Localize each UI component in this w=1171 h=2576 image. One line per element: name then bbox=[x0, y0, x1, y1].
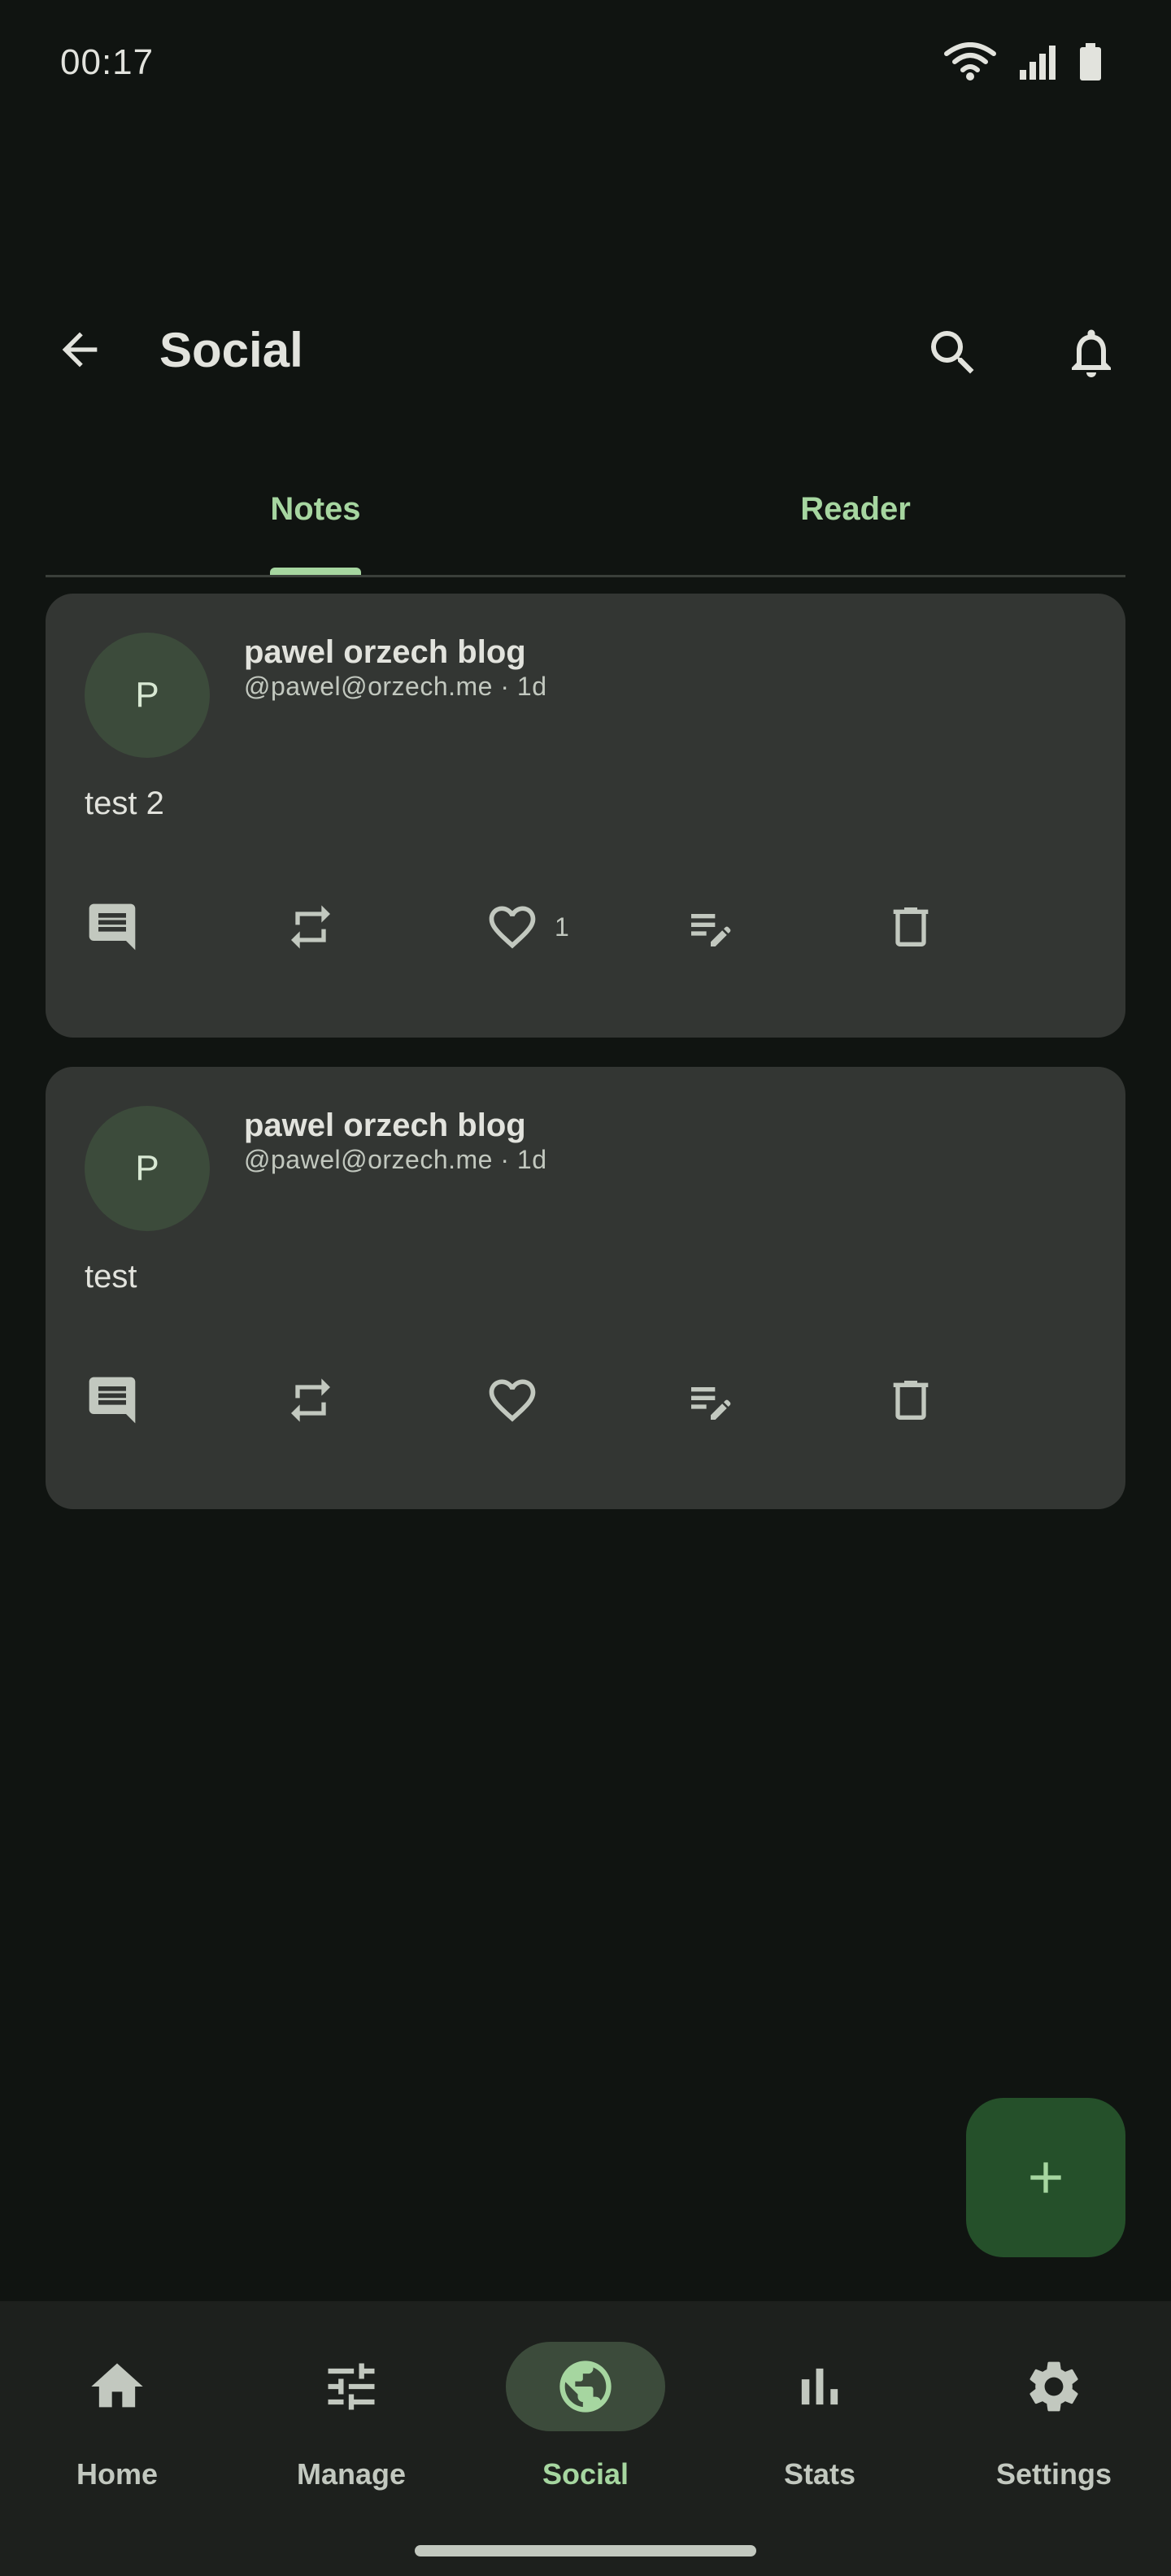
delete-button[interactable] bbox=[885, 894, 937, 959]
tab-reader-label: Reader bbox=[800, 491, 911, 527]
delete-button[interactable] bbox=[885, 1368, 937, 1433]
tab-bar: Notes Reader bbox=[46, 463, 1125, 577]
like-count: 1 bbox=[555, 912, 569, 942]
home-icon bbox=[91, 2363, 143, 2408]
trash-icon bbox=[893, 907, 929, 946]
nav-social-pill bbox=[506, 2342, 665, 2431]
nav-stats[interactable]: Stats bbox=[703, 2342, 937, 2504]
app-screen: 00:17 Social Notes Reader P pawel orzech… bbox=[0, 0, 1171, 2576]
edit-button[interactable] bbox=[685, 1368, 737, 1433]
nav-social-label: Social bbox=[542, 2457, 629, 2491]
nav-social[interactable]: Social bbox=[468, 2342, 703, 2504]
edit-note-icon bbox=[691, 1387, 731, 1420]
repost-button[interactable] bbox=[285, 1368, 337, 1433]
battery-icon bbox=[1078, 43, 1103, 82]
note-actions bbox=[85, 1368, 1093, 1433]
like-button[interactable]: 1 bbox=[485, 894, 569, 959]
gear-icon bbox=[1030, 2361, 1078, 2412]
edit-note-icon bbox=[691, 914, 731, 946]
repeat-icon bbox=[291, 1378, 330, 1422]
tab-reader[interactable]: Reader bbox=[586, 463, 1125, 577]
notifications-button[interactable] bbox=[1057, 319, 1125, 387]
home-indicator[interactable] bbox=[415, 2545, 756, 2556]
repeat-icon bbox=[291, 905, 330, 949]
tune-icon bbox=[328, 2363, 375, 2410]
new-note-fab[interactable] bbox=[966, 2098, 1125, 2257]
nav-stats-pill bbox=[740, 2342, 899, 2431]
like-button[interactable] bbox=[485, 1368, 555, 1433]
avatar[interactable]: P bbox=[85, 633, 210, 758]
tab-notes[interactable]: Notes bbox=[46, 463, 586, 577]
note-author: pawel orzech blog bbox=[244, 1107, 526, 1143]
tab-notes-label: Notes bbox=[270, 491, 361, 527]
search-button[interactable] bbox=[919, 319, 987, 387]
note-card[interactable]: P pawel orzech blog @pawel@orzech.me · 1… bbox=[46, 1067, 1125, 1509]
status-time: 00:17 bbox=[60, 42, 155, 82]
nav-home-label: Home bbox=[76, 2457, 159, 2491]
back-button[interactable] bbox=[47, 317, 112, 382]
bell-icon bbox=[1072, 329, 1111, 377]
nav-settings-pill bbox=[974, 2342, 1134, 2431]
status-icons bbox=[943, 42, 1103, 83]
arrow-back-icon bbox=[62, 332, 98, 368]
nav-manage-label: Manage bbox=[296, 2457, 407, 2491]
note-author: pawel orzech blog bbox=[244, 634, 526, 670]
note-meta: @pawel@orzech.me · 1d bbox=[244, 672, 547, 701]
bottom-navigation: Home Manage Social Stats Settings bbox=[0, 2301, 1171, 2576]
globe-icon bbox=[559, 2361, 612, 2413]
nav-manage[interactable]: Manage bbox=[234, 2342, 468, 2504]
repost-button[interactable] bbox=[285, 894, 337, 959]
signal-icon bbox=[1018, 44, 1057, 81]
note-text: test bbox=[85, 1259, 137, 1295]
heart-icon bbox=[489, 906, 536, 949]
reply-button[interactable] bbox=[85, 894, 140, 959]
nav-stats-label: Stats bbox=[783, 2457, 856, 2491]
note-card[interactable]: P pawel orzech blog @pawel@orzech.me · 1… bbox=[46, 594, 1125, 1038]
nav-home[interactable]: Home bbox=[0, 2342, 234, 2504]
nav-settings[interactable]: Settings bbox=[937, 2342, 1171, 2504]
avatar[interactable]: P bbox=[85, 1106, 210, 1231]
reply-button[interactable] bbox=[85, 1368, 140, 1433]
wifi-icon bbox=[943, 42, 997, 83]
heart-icon bbox=[489, 1379, 536, 1422]
bar-chart-icon bbox=[801, 2368, 838, 2405]
note-actions: 1 bbox=[85, 894, 1093, 959]
note-text: test 2 bbox=[85, 785, 164, 821]
nav-settings-label: Settings bbox=[995, 2457, 1112, 2491]
note-meta: @pawel@orzech.me · 1d bbox=[244, 1145, 547, 1174]
comment-icon bbox=[89, 1377, 136, 1424]
search-icon bbox=[931, 331, 974, 374]
nav-manage-pill bbox=[272, 2342, 431, 2431]
plus-icon bbox=[1030, 2162, 1061, 2193]
tab-divider bbox=[46, 575, 1125, 577]
trash-icon bbox=[893, 1381, 929, 1420]
edit-button[interactable] bbox=[685, 894, 737, 959]
comment-icon bbox=[89, 903, 136, 951]
nav-home-pill bbox=[37, 2342, 197, 2431]
page-title: Social bbox=[159, 323, 303, 377]
